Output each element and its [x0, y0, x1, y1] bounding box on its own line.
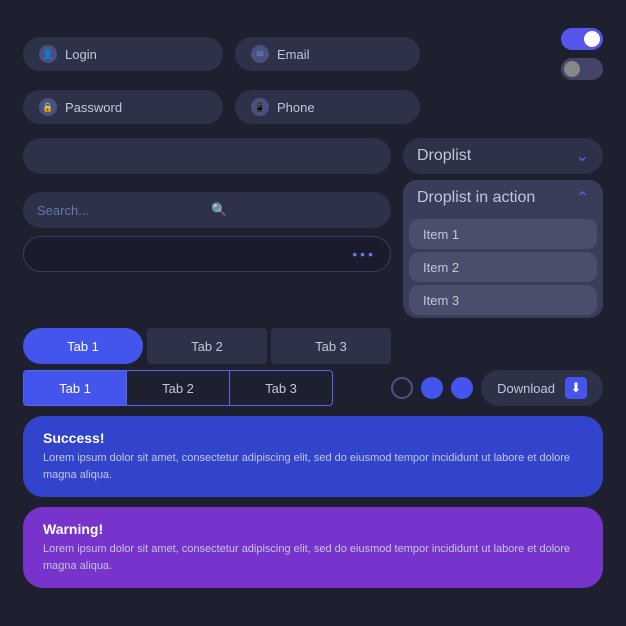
- dropdown-item-2[interactable]: Item 2: [409, 252, 597, 282]
- search-icon: 🔍: [211, 202, 377, 218]
- toggle-thumb-on: [584, 31, 600, 47]
- alert-warning-title: Warning!: [43, 521, 583, 537]
- dropdown-open-header[interactable]: Droplist in action ⌃: [403, 180, 603, 216]
- alert-warning: Warning! Lorem ipsum dolor sit amet, con…: [23, 507, 603, 588]
- download-label: Download: [497, 381, 555, 396]
- login-label: Login: [65, 47, 97, 62]
- tabs-row-2: Tab 1 Tab 2 Tab 3: [23, 370, 333, 406]
- toggle-group: [561, 28, 603, 80]
- radio-2[interactable]: [421, 377, 443, 399]
- wide-bar[interactable]: [23, 138, 391, 174]
- chevron-up-icon: ⌃: [576, 188, 589, 208]
- tab3-row2[interactable]: Tab 3: [230, 371, 332, 405]
- dropdown-closed[interactable]: Droplist ⌄: [403, 138, 603, 174]
- email-label: Email: [277, 47, 310, 62]
- dropdown-open: Droplist in action ⌃ Item 1 Item 2 Item …: [403, 180, 603, 318]
- tab2-row2[interactable]: Tab 2: [127, 371, 230, 405]
- dropdown-open-label: Droplist in action: [417, 189, 535, 207]
- chevron-down-icon: ⌄: [576, 146, 589, 166]
- tab1-row2[interactable]: Tab 1: [24, 371, 127, 405]
- dropdown-item-3[interactable]: Item 3: [409, 285, 597, 315]
- login-field[interactable]: 👤 Login: [23, 37, 223, 71]
- password-field[interactable]: 🔒 Password: [23, 90, 223, 124]
- download-area: Download ⬇: [403, 328, 603, 406]
- phone-label: Phone: [277, 100, 315, 115]
- alert-success-text: Lorem ipsum dolor sit amet, consectetur …: [43, 450, 583, 483]
- user-icon: 👤: [39, 45, 57, 63]
- tabs-section: Tab 1 Tab 2 Tab 3 Tab 1 Tab 2 Tab 3: [23, 328, 391, 406]
- search-placeholder: Search...: [37, 203, 203, 218]
- tab2-row1[interactable]: Tab 2: [147, 328, 267, 364]
- tab1-row1[interactable]: Tab 1: [23, 328, 143, 364]
- radio-3[interactable]: [451, 377, 473, 399]
- alert-success: Success! Lorem ipsum dolor sit amet, con…: [23, 416, 603, 497]
- password-label: Password: [65, 100, 122, 115]
- dropdown-label: Droplist: [417, 147, 471, 165]
- dots-icon: •••: [352, 246, 376, 262]
- radio-group: [391, 377, 473, 399]
- toggle-on[interactable]: [561, 28, 603, 50]
- download-button[interactable]: Download ⬇: [481, 370, 603, 406]
- email-icon: ✉: [251, 45, 269, 63]
- phone-icon: 📱: [251, 98, 269, 116]
- alert-warning-text: Lorem ipsum dolor sit amet, consectetur …: [43, 541, 583, 574]
- dots-bar[interactable]: •••: [23, 236, 391, 272]
- radio-1[interactable]: [391, 377, 413, 399]
- phone-field[interactable]: 📱 Phone: [235, 90, 420, 124]
- tabs-row-1: Tab 1 Tab 2 Tab 3: [23, 328, 391, 364]
- tab3-row1[interactable]: Tab 3: [271, 328, 391, 364]
- lock-icon: 🔒: [39, 98, 57, 116]
- toggle-off[interactable]: [561, 58, 603, 80]
- download-icon: ⬇: [565, 377, 587, 399]
- alert-success-title: Success!: [43, 430, 583, 446]
- dropdown-area: Droplist ⌄ Droplist in action ⌃ Item 1 I…: [403, 138, 603, 318]
- toggle-thumb-off: [564, 61, 580, 77]
- search-box[interactable]: Search... 🔍: [23, 192, 391, 228]
- email-field[interactable]: ✉ Email: [235, 37, 420, 71]
- dropdown-item-1[interactable]: Item 1: [409, 219, 597, 249]
